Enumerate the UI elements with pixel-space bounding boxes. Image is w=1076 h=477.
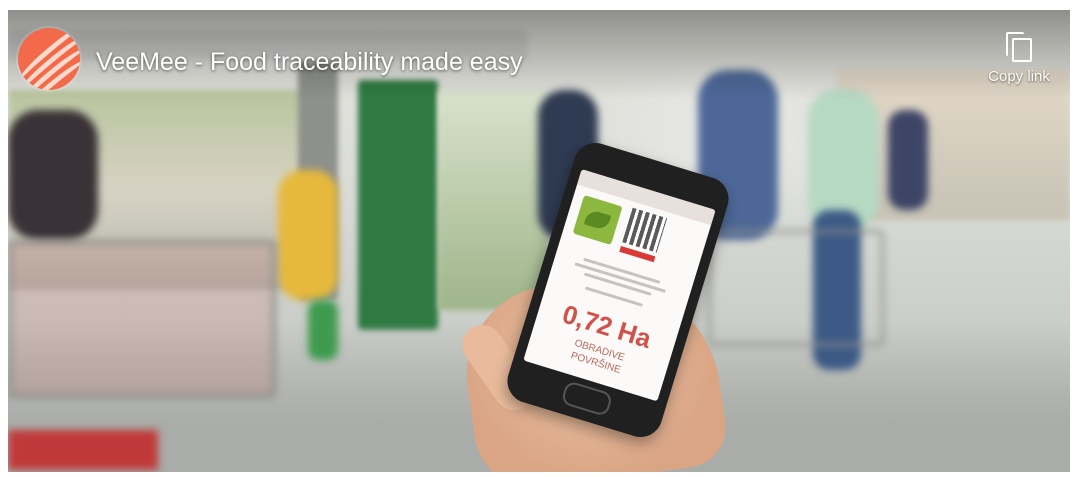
child-shopper [278, 170, 338, 300]
shopper-woman [808, 90, 878, 230]
copy-link-label: Copy link [988, 68, 1050, 85]
qr-code-icon [622, 207, 668, 253]
shopper-left [8, 110, 98, 240]
green-crates [358, 80, 438, 330]
copy-icon [1006, 32, 1032, 62]
copy-link-button[interactable]: Copy link [974, 32, 1064, 86]
shopping-cart-left [8, 240, 276, 398]
cart-handle-red [8, 430, 158, 470]
shopper-far [888, 110, 928, 210]
video-title[interactable]: VeeMee - Food traceability made easy [96, 48, 523, 77]
video-frame[interactable]: 0,72 Ha OBRADIVE POVRŠINE VeeMee - Food … [8, 10, 1070, 472]
child-shorts [308, 300, 338, 360]
shopping-cart-right [708, 230, 884, 346]
channel-logo-icon[interactable] [18, 28, 80, 90]
produce-shelf [438, 90, 548, 310]
leaf-logo-icon [572, 194, 623, 245]
